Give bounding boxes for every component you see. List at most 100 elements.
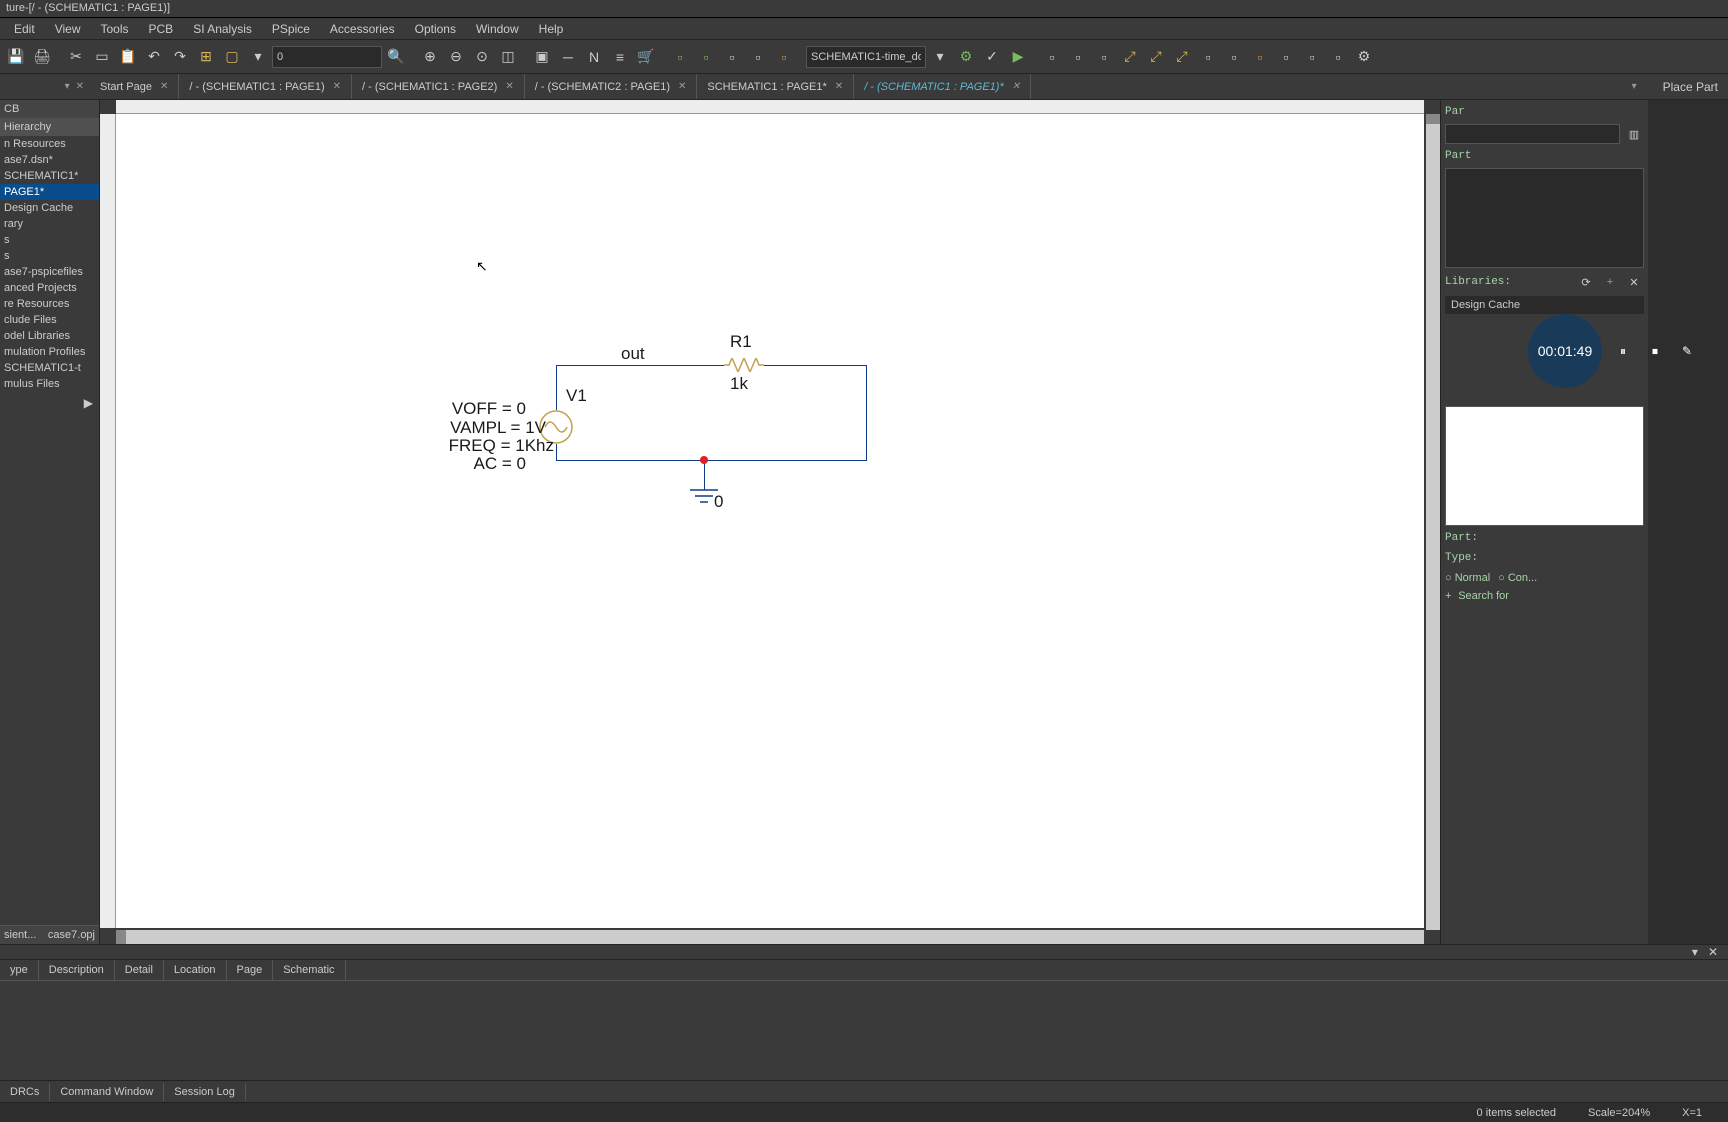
- radio-con[interactable]: ○ Con...: [1498, 572, 1537, 584]
- zoom-input[interactable]: [272, 46, 382, 68]
- wire[interactable]: [866, 365, 867, 460]
- tree-item[interactable]: ase7-pspicefiles: [0, 264, 99, 280]
- wire[interactable]: [556, 444, 557, 460]
- sim-tool1-icon[interactable]: ▫: [1040, 45, 1064, 69]
- resistor-name[interactable]: R1: [730, 332, 752, 352]
- menu-help[interactable]: Help: [529, 19, 574, 39]
- sim-check-icon[interactable]: ✓: [980, 45, 1004, 69]
- search-icon[interactable]: 🔍: [384, 45, 408, 69]
- tool-e-icon[interactable]: ▫: [772, 45, 796, 69]
- tool-c-icon[interactable]: ▫: [720, 45, 744, 69]
- sim-gear-icon[interactable]: ⚙: [954, 45, 978, 69]
- wire[interactable]: [556, 460, 867, 461]
- menu-tools[interactable]: Tools: [90, 19, 138, 39]
- tool-d-icon[interactable]: ▫: [746, 45, 770, 69]
- tree-item[interactable]: SCHEMATIC1*: [0, 168, 99, 184]
- sim-dropdown-icon[interactable]: ▾: [928, 45, 952, 69]
- vertical-scrollbar[interactable]: [1426, 114, 1440, 930]
- cw-tab-command-window[interactable]: Command Window: [50, 1083, 164, 1101]
- tab-schematic1-page1-active[interactable]: / - (SCHEMATIC1 : PAGE1)*✕: [854, 74, 1031, 99]
- zoomfit-icon[interactable]: ⊙: [470, 45, 494, 69]
- menu-pcb[interactable]: PCB: [139, 19, 184, 39]
- sim-profile-input[interactable]: [806, 46, 926, 68]
- detail-tab-schematic[interactable]: Schematic: [273, 960, 345, 980]
- zoomarea-icon[interactable]: ◫: [496, 45, 520, 69]
- tree-item[interactable]: n Resources: [0, 136, 99, 152]
- tree-item[interactable]: odel Libraries: [0, 328, 99, 344]
- vsource-vampl[interactable]: VAMPL = 1V: [391, 418, 546, 438]
- tablead-dropdown-icon[interactable]: ▾: [65, 81, 70, 92]
- tree-item[interactable]: rary: [0, 216, 99, 232]
- save-icon[interactable]: 💾: [4, 45, 28, 69]
- sim-tool12-icon[interactable]: ▫: [1326, 45, 1350, 69]
- place-net-icon[interactable]: N: [582, 45, 606, 69]
- bottom-tab-case7[interactable]: case7.opj: [44, 925, 99, 944]
- zoom-dropdown-icon[interactable]: ▾: [246, 45, 270, 69]
- close-icon[interactable]: ✕: [333, 81, 341, 92]
- vsource-freq[interactable]: FREQ = 1Khz: [391, 436, 554, 456]
- tree-item[interactable]: s: [0, 248, 99, 264]
- tree-scroll-right-icon[interactable]: ▶: [0, 392, 99, 414]
- wire[interactable]: [556, 365, 557, 410]
- panel-close-icon[interactable]: ✕: [1708, 945, 1718, 959]
- select-icon[interactable]: ▢: [220, 45, 244, 69]
- tree-item[interactable]: re Resources: [0, 296, 99, 312]
- grid-icon[interactable]: ⊞: [194, 45, 218, 69]
- tree-item[interactable]: s: [0, 232, 99, 248]
- tree-item[interactable]: ase7.dsn*: [0, 152, 99, 168]
- cw-tab-session-log[interactable]: Session Log: [164, 1083, 246, 1101]
- tool-a-icon[interactable]: ▫: [668, 45, 692, 69]
- close-icon[interactable]: ✕: [505, 81, 513, 92]
- tree-item[interactable]: anced Projects: [0, 280, 99, 296]
- radio-normal[interactable]: ○ Normal: [1445, 572, 1490, 584]
- part-list[interactable]: [1445, 168, 1644, 268]
- place-bus-icon[interactable]: ≡: [608, 45, 632, 69]
- ground-label[interactable]: 0: [714, 492, 723, 512]
- tree-item-selected[interactable]: PAGE1*: [0, 184, 99, 200]
- vsource-voff[interactable]: VOFF = 0: [391, 399, 526, 419]
- menu-options[interactable]: Options: [405, 19, 466, 39]
- tree-item[interactable]: clude Files: [0, 312, 99, 328]
- vsource-name[interactable]: V1: [566, 386, 587, 406]
- close-icon[interactable]: ✕: [1012, 81, 1020, 92]
- panel-separator[interactable]: ▾ ✕: [0, 944, 1728, 960]
- search-for-toggle[interactable]: + Search for: [1445, 590, 1644, 603]
- wire[interactable]: [764, 365, 867, 366]
- detail-tab-detail[interactable]: Detail: [115, 960, 164, 980]
- undo-icon[interactable]: ↶: [142, 45, 166, 69]
- sim-tool10-icon[interactable]: ▫: [1274, 45, 1298, 69]
- sim-tool13-icon[interactable]: ⚙: [1352, 45, 1376, 69]
- vsource-ac[interactable]: AC = 0: [391, 454, 526, 474]
- probe-w-icon[interactable]: ⤢: [1170, 45, 1194, 69]
- par-input[interactable]: [1445, 124, 1620, 144]
- horizontal-scrollbar[interactable]: [116, 930, 1424, 944]
- resistor-symbol[interactable]: [724, 358, 764, 372]
- detail-tab-description[interactable]: Description: [39, 960, 115, 980]
- sim-tool11-icon[interactable]: ▫: [1300, 45, 1324, 69]
- paste-icon[interactable]: 📋: [116, 45, 140, 69]
- sim-tool8-icon[interactable]: ▫: [1222, 45, 1246, 69]
- sim-tool7-icon[interactable]: ▫: [1196, 45, 1220, 69]
- panel-head-hierarchy[interactable]: Hierarchy: [0, 118, 99, 136]
- schematic-canvas[interactable]: ↖ out: [116, 114, 1424, 928]
- tab-startpage[interactable]: Start Page✕: [90, 74, 179, 99]
- tab-schematic1-page1[interactable]: / - (SCHEMATIC1 : PAGE1)✕: [179, 74, 352, 99]
- detail-tab-type[interactable]: ype: [0, 960, 39, 980]
- sim-run-icon[interactable]: ▶: [1006, 45, 1030, 69]
- place-wire-icon[interactable]: ─: [556, 45, 580, 69]
- bottom-tab-sient[interactable]: sient...: [0, 925, 44, 944]
- library-entry[interactable]: Design Cache: [1445, 296, 1644, 314]
- print-icon[interactable]: 🖨: [30, 45, 54, 69]
- detail-tab-page[interactable]: Page: [227, 960, 274, 980]
- par-picker-icon[interactable]: ▥: [1624, 124, 1644, 144]
- redo-icon[interactable]: ↷: [168, 45, 192, 69]
- menu-window[interactable]: Window: [466, 19, 529, 39]
- recorder-edit-icon[interactable]: ✎: [1676, 340, 1698, 362]
- wire[interactable]: [556, 365, 724, 366]
- net-label-out[interactable]: out: [621, 344, 645, 364]
- close-icon[interactable]: ✕: [835, 81, 843, 92]
- tablead-close-icon[interactable]: ✕: [76, 81, 84, 92]
- menu-edit[interactable]: Edit: [4, 19, 45, 39]
- menu-si-analysis[interactable]: SI Analysis: [183, 19, 262, 39]
- resistor-value[interactable]: 1k: [730, 374, 748, 394]
